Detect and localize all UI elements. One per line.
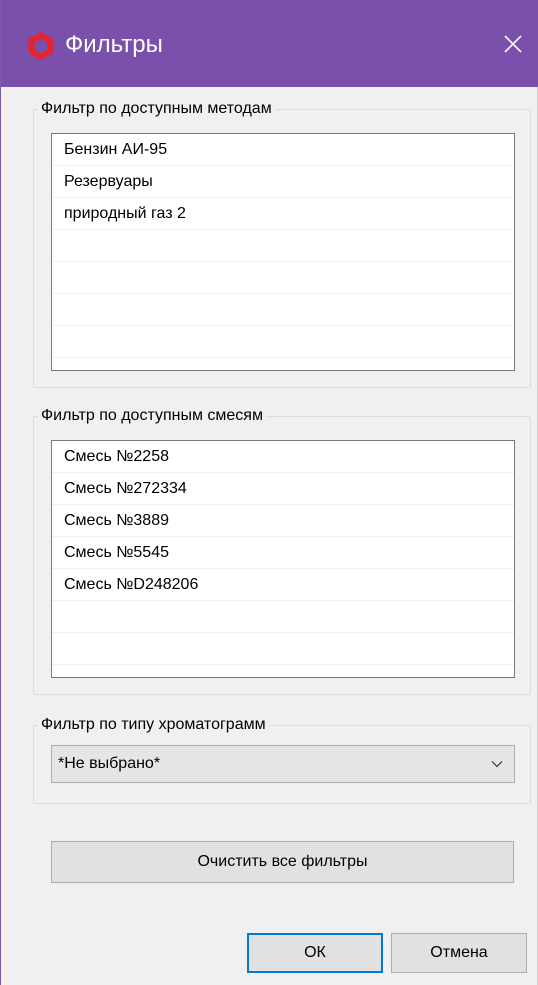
list-item[interactable]: Смесь №2258 bbox=[52, 441, 514, 473]
clear-all-filters-button[interactable]: Очистить все фильтры bbox=[51, 841, 514, 883]
methods-filter-label: Фильтр по доступным методам bbox=[38, 100, 275, 118]
ok-button[interactable]: ОК bbox=[247, 933, 383, 973]
close-button[interactable] bbox=[491, 24, 535, 64]
list-item[interactable] bbox=[52, 601, 514, 633]
list-item[interactable] bbox=[52, 633, 514, 665]
list-item[interactable]: Смесь №3889 bbox=[52, 505, 514, 537]
mixtures-filter-label: Фильтр по доступным смесям bbox=[38, 407, 266, 425]
list-item[interactable] bbox=[52, 294, 514, 326]
list-item[interactable]: Резервуары bbox=[52, 166, 514, 198]
window-title: Фильтры bbox=[65, 31, 163, 58]
mixtures-list[interactable]: Смесь №2258 Смесь №272334 Смесь №3889 См… bbox=[51, 440, 515, 678]
methods-list[interactable]: Бензин АИ-95 Резервуары природный газ 2 bbox=[51, 133, 515, 371]
list-item[interactable] bbox=[52, 665, 514, 677]
list-item[interactable] bbox=[52, 358, 514, 370]
list-item[interactable]: Смесь №5545 bbox=[52, 537, 514, 569]
cancel-button[interactable]: Отмена bbox=[391, 933, 527, 973]
list-item[interactable]: природный газ 2 bbox=[52, 198, 514, 230]
chromatogram-type-value: *Не выбрано* bbox=[58, 755, 161, 772]
list-item[interactable]: Смесь №D248206 bbox=[52, 569, 514, 601]
list-item[interactable]: Смесь №272334 bbox=[52, 473, 514, 505]
list-item[interactable]: Бензин АИ-95 bbox=[52, 134, 514, 166]
chevron-down-icon bbox=[491, 761, 503, 768]
hexagon-ring-icon bbox=[28, 32, 54, 60]
list-item[interactable] bbox=[52, 262, 514, 294]
chromatogram-type-select[interactable]: *Не выбрано* bbox=[51, 745, 515, 783]
title-bar[interactable]: Фильтры bbox=[1, 0, 538, 87]
list-item[interactable] bbox=[52, 230, 514, 262]
close-icon bbox=[504, 35, 522, 53]
chromatogram-filter-label: Фильтр по типу хроматограмм bbox=[38, 716, 269, 734]
list-item[interactable] bbox=[52, 326, 514, 358]
filters-dialog: Фильтры Фильтр по доступным методам Бенз… bbox=[0, 0, 538, 985]
